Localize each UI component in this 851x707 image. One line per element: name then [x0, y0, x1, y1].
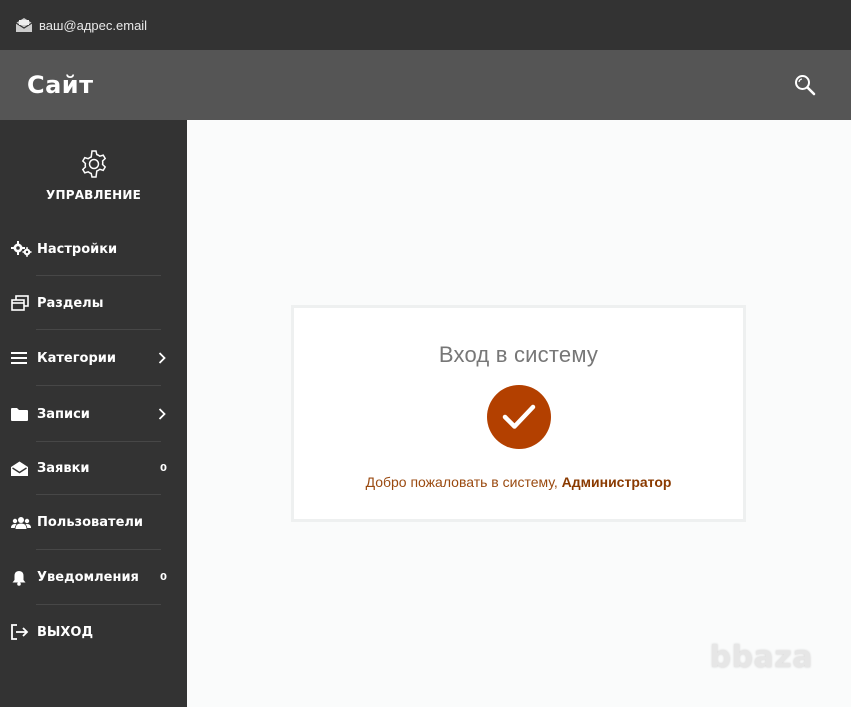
windows-icon	[11, 294, 33, 312]
chevron-right-icon	[157, 407, 167, 421]
login-success-card: Вход в систему Добро пожаловать в систем…	[291, 305, 746, 522]
card-title: Вход в систему	[438, 342, 599, 367]
check-circle-icon	[486, 385, 551, 449]
welcome-text: Добро пожаловать в систему,	[365, 474, 562, 490]
envelope-open-icon	[11, 460, 33, 478]
envelope-open-icon	[15, 17, 33, 33]
users-icon	[11, 514, 33, 532]
bell-icon	[11, 569, 33, 587]
requests-count-badge: 0	[160, 463, 167, 474]
sidebar-item-sections[interactable]: Разделы	[0, 276, 187, 330]
sidebar-item-logout[interactable]: ВЫХОД	[0, 605, 187, 659]
search-icon[interactable]	[793, 73, 817, 97]
sidebar-item-posts[interactable]: Записи	[0, 386, 187, 442]
site-title[interactable]: Сайт	[27, 71, 94, 99]
sidebar-item-label: Разделы	[37, 295, 104, 311]
sidebar-item-label: Заявки	[37, 461, 90, 476]
folder-icon	[11, 405, 33, 423]
top-bar: ваш@адрес.email	[0, 0, 851, 50]
sidebar-item-label: Категории	[37, 350, 116, 366]
chevron-right-icon	[157, 351, 167, 365]
management-label: УПРАВЛЕНИЕ	[46, 188, 141, 202]
gear-icon	[78, 148, 110, 180]
watermark-logo: bbaza	[709, 640, 813, 675]
site-header: Сайт	[0, 50, 851, 120]
contact-email[interactable]: ваш@адрес.email	[39, 18, 147, 33]
sidebar-item-label: Пользователи	[37, 515, 144, 530]
sidebar-item-label: Уведомления	[37, 570, 139, 585]
sign-out-icon	[11, 623, 33, 641]
list-icon	[11, 349, 33, 367]
gears-icon	[11, 240, 33, 258]
welcome-message: Добро пожаловать в систему, Администрато…	[366, 474, 672, 490]
sidebar-item-label: ВЫХОД	[37, 624, 94, 640]
management-block: УПРАВЛЕНИЕ	[0, 120, 187, 222]
sidebar-item-requests[interactable]: Заявки 0	[0, 442, 187, 495]
sidebar-item-label: Записи	[37, 406, 90, 422]
sidebar-item-settings[interactable]: Настройки	[0, 222, 187, 276]
notifications-count-badge: 0	[160, 572, 167, 583]
user-name: Администратор	[561, 474, 672, 490]
sidebar-item-notifications[interactable]: Уведомления 0	[0, 550, 187, 605]
sidebar-item-label: Настройки	[37, 241, 118, 257]
sidebar-item-categories[interactable]: Категории	[0, 330, 187, 386]
sidebar-item-users[interactable]: Пользователи	[0, 495, 187, 550]
sidebar: УПРАВЛЕНИЕ Настройки Разделы Категории З…	[0, 120, 187, 707]
